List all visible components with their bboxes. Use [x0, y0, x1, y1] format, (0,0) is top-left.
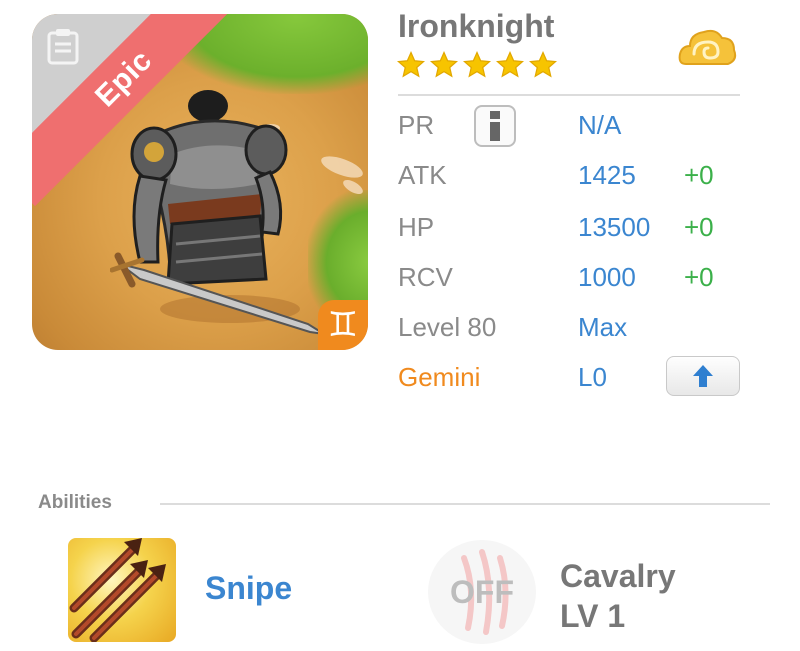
rcv-value: 1000 — [578, 262, 636, 292]
level-label: Level 80 — [398, 312, 497, 342]
hero-portrait[interactable]: Epic ♊ — [32, 14, 368, 350]
ability-name-snipe[interactable]: Snipe — [205, 570, 292, 607]
hp-value: 13500 — [578, 212, 651, 242]
star-icon — [396, 50, 426, 78]
hero-name: Ironknight — [398, 8, 555, 44]
rcv-label: RCV — [398, 262, 453, 292]
stat-row-rcv: RCV 1000 +0 — [398, 262, 758, 302]
info-button[interactable] — [474, 105, 516, 147]
stat-row-atk: ATK 1425 +0 — [398, 160, 758, 200]
hp-bonus: +0 — [684, 212, 714, 242]
star-icon — [429, 50, 459, 78]
cavalry-ability-icon[interactable]: OFF — [428, 540, 536, 644]
notes-icon[interactable] — [46, 28, 80, 66]
name-divider — [398, 94, 740, 96]
stat-row-hp: HP 13500 +0 — [398, 212, 758, 252]
star-icon — [462, 50, 492, 78]
hp-label: HP — [398, 212, 435, 242]
atk-value: 1425 — [578, 160, 636, 190]
atk-bonus: +0 — [684, 160, 714, 190]
star-icon — [528, 50, 558, 78]
zodiac-upgrade-button[interactable] — [666, 356, 740, 396]
info-icon — [490, 111, 500, 141]
off-state-label: OFF — [450, 573, 514, 610]
zodiac-symbol: ♊ — [327, 306, 359, 344]
ability-name-cavalry[interactable]: Cavalry LV 1 — [560, 556, 676, 636]
pr-value: N/A — [578, 110, 622, 140]
gemini-zodiac-icon: ♊ — [318, 300, 368, 350]
zodiac-label: Gemini — [398, 362, 481, 392]
arrow-up-icon — [693, 365, 713, 387]
zodiac-level: L0 — [578, 362, 607, 392]
pr-label: PR — [398, 110, 435, 140]
level-value: Max — [578, 312, 628, 342]
arrows-icon — [69, 538, 166, 642]
stat-row-level: Level 80 Max — [398, 312, 758, 352]
cavalry-level: LV 1 — [560, 598, 626, 634]
cavalry-name: Cavalry — [560, 558, 676, 594]
star-icon — [495, 50, 525, 78]
snipe-ability-icon[interactable] — [68, 538, 176, 642]
cloud-element-icon — [678, 29, 737, 65]
abilities-divider — [160, 503, 770, 505]
rcv-bonus: +0 — [684, 262, 714, 292]
star-rating — [396, 50, 558, 80]
stat-row-pr: PR N/A — [398, 110, 758, 150]
abilities-header: Abilities — [38, 492, 112, 513]
atk-label: ATK — [398, 160, 447, 190]
